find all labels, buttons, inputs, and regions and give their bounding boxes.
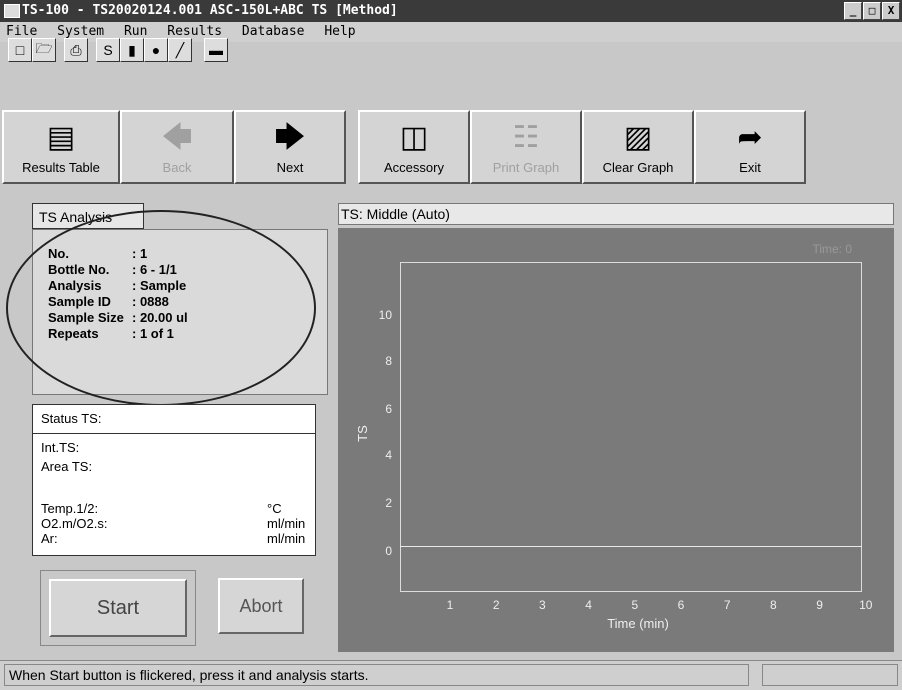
menu-run[interactable]: Run bbox=[124, 24, 147, 39]
x-tick-label: 1 bbox=[446, 598, 454, 612]
menu-results[interactable]: Results bbox=[167, 24, 222, 39]
main-toolbar: ▤ Results Table 🡄 Back 🡆 Next ◫ Accessor… bbox=[0, 110, 902, 186]
o2-unit: ml/min bbox=[267, 516, 306, 531]
status-labels: Temp.1/2: O2.m/O2.s: Ar: bbox=[41, 501, 107, 546]
x-tick-label: 8 bbox=[770, 598, 777, 612]
exit-button[interactable]: ➦ Exit bbox=[694, 110, 806, 184]
next-arrow-icon: 🡆 bbox=[274, 121, 306, 154]
drop-icon[interactable]: ● bbox=[144, 38, 168, 62]
status-temp: Temp.1/2: bbox=[41, 501, 99, 516]
app-icon[interactable] bbox=[4, 4, 20, 18]
x-tick-label: 6 bbox=[677, 598, 685, 612]
x-tick-label: 5 bbox=[631, 598, 639, 612]
status-o2: O2.m/O2.s: bbox=[41, 516, 108, 531]
graph-corner-label: Time: 0 bbox=[812, 242, 852, 256]
clear-graph-button[interactable]: ▨ Clear Graph bbox=[582, 110, 694, 184]
y-tick-label: 4 bbox=[385, 448, 392, 462]
status-message: When Start button is flickered, press it… bbox=[4, 664, 749, 686]
menu-database[interactable]: Database bbox=[242, 24, 305, 39]
clear-graph-label: Clear Graph bbox=[602, 160, 674, 175]
status-int: Int.TS: bbox=[41, 440, 80, 455]
print-graph-label: Print Graph bbox=[492, 160, 560, 175]
exit-label: Exit bbox=[739, 160, 761, 175]
ar-unit: ml/min bbox=[267, 531, 306, 546]
x-tick-label: 10 bbox=[859, 598, 873, 612]
print-graph-icon: ☷ bbox=[512, 121, 540, 154]
y-tick-label: 2 bbox=[385, 496, 392, 510]
maximize-button[interactable]: □ bbox=[863, 2, 881, 20]
menu-system[interactable]: System bbox=[57, 24, 104, 39]
status-header: Status TS: bbox=[33, 405, 315, 434]
status-units: °C ml/min ml/min bbox=[267, 501, 305, 546]
accessory-label: Accessory bbox=[384, 160, 444, 175]
y-tick-label: 6 bbox=[385, 402, 392, 416]
s-icon[interactable]: S bbox=[96, 38, 120, 62]
x-tick-label: 2 bbox=[492, 598, 500, 612]
y-axis-label: TS bbox=[354, 425, 370, 442]
print-graph-button[interactable]: ☷ Print Graph bbox=[470, 110, 582, 184]
status-panel: Status TS: Int.TS: Area TS: Temp.1/2: O2… bbox=[32, 404, 316, 556]
highlight-ellipse bbox=[6, 210, 316, 406]
window-controls: _ □ X bbox=[844, 2, 900, 20]
accessory-icon: ◫ bbox=[399, 121, 429, 154]
back-label: Back bbox=[162, 160, 192, 175]
menu-help[interactable]: Help bbox=[324, 24, 355, 39]
x-tick-label: 7 bbox=[723, 598, 731, 612]
zero-line bbox=[400, 546, 862, 547]
exit-arrow-icon: ➦ bbox=[737, 121, 763, 154]
minimize-button[interactable]: _ bbox=[844, 2, 862, 20]
menu-file[interactable]: File bbox=[6, 24, 37, 39]
clear-graph-icon: ▨ bbox=[623, 121, 653, 154]
abort-button[interactable]: Abort bbox=[218, 578, 304, 634]
y-tick-label: 8 bbox=[385, 354, 392, 368]
graph-title: TS: Middle (Auto) bbox=[338, 203, 894, 225]
results-table-button[interactable]: ▤ Results Table bbox=[2, 110, 120, 184]
new-file-icon[interactable]: □ bbox=[8, 38, 32, 62]
y-tick-label: 0 bbox=[385, 544, 392, 558]
start-button-frame: Start bbox=[40, 570, 196, 646]
status-area: Area TS: bbox=[41, 459, 93, 474]
x-tick-label: 4 bbox=[585, 598, 592, 612]
results-table-icon: ▤ bbox=[46, 121, 76, 154]
results-table-label: Results Table bbox=[22, 160, 100, 175]
open-folder-icon[interactable]: 🗁 bbox=[32, 38, 56, 62]
y-tick-label: 10 bbox=[378, 308, 392, 322]
back-arrow-icon: 🡄 bbox=[161, 121, 193, 154]
status-pane bbox=[762, 664, 898, 686]
close-button[interactable]: X bbox=[882, 2, 900, 20]
book-icon[interactable]: ▮ bbox=[120, 38, 144, 62]
minus-icon[interactable]: ▬ bbox=[204, 38, 228, 62]
plot-frame bbox=[400, 262, 862, 592]
next-label: Next bbox=[276, 160, 304, 175]
window-title: TS-100 - TS20020124.001 ASC-150L+ABC TS … bbox=[22, 3, 398, 18]
x-tick-label: 3 bbox=[539, 598, 546, 612]
pen-icon[interactable]: ╱ bbox=[168, 38, 192, 62]
status-ar: Ar: bbox=[41, 531, 58, 546]
start-button[interactable]: Start bbox=[49, 579, 187, 637]
printer-icon[interactable]: ⎙ bbox=[64, 38, 88, 62]
temp-unit: °C bbox=[267, 501, 282, 516]
back-button[interactable]: 🡄 Back bbox=[120, 110, 234, 184]
x-tick-label: 9 bbox=[816, 598, 823, 612]
title-bar: TS-100 - TS20020124.001 ASC-150L+ABC TS … bbox=[0, 0, 902, 22]
graph-area: Time: 0 TS 10 8 6 4 2 0 1 2 3 4 5 6 7 8 9 10 Time (min… bbox=[338, 228, 894, 652]
next-button[interactable]: 🡆 Next bbox=[234, 110, 346, 184]
accessory-button[interactable]: ◫ Accessory bbox=[358, 110, 470, 184]
x-axis-label: Time (min) bbox=[607, 616, 669, 631]
status-bar: When Start button is flickered, press it… bbox=[0, 660, 902, 690]
